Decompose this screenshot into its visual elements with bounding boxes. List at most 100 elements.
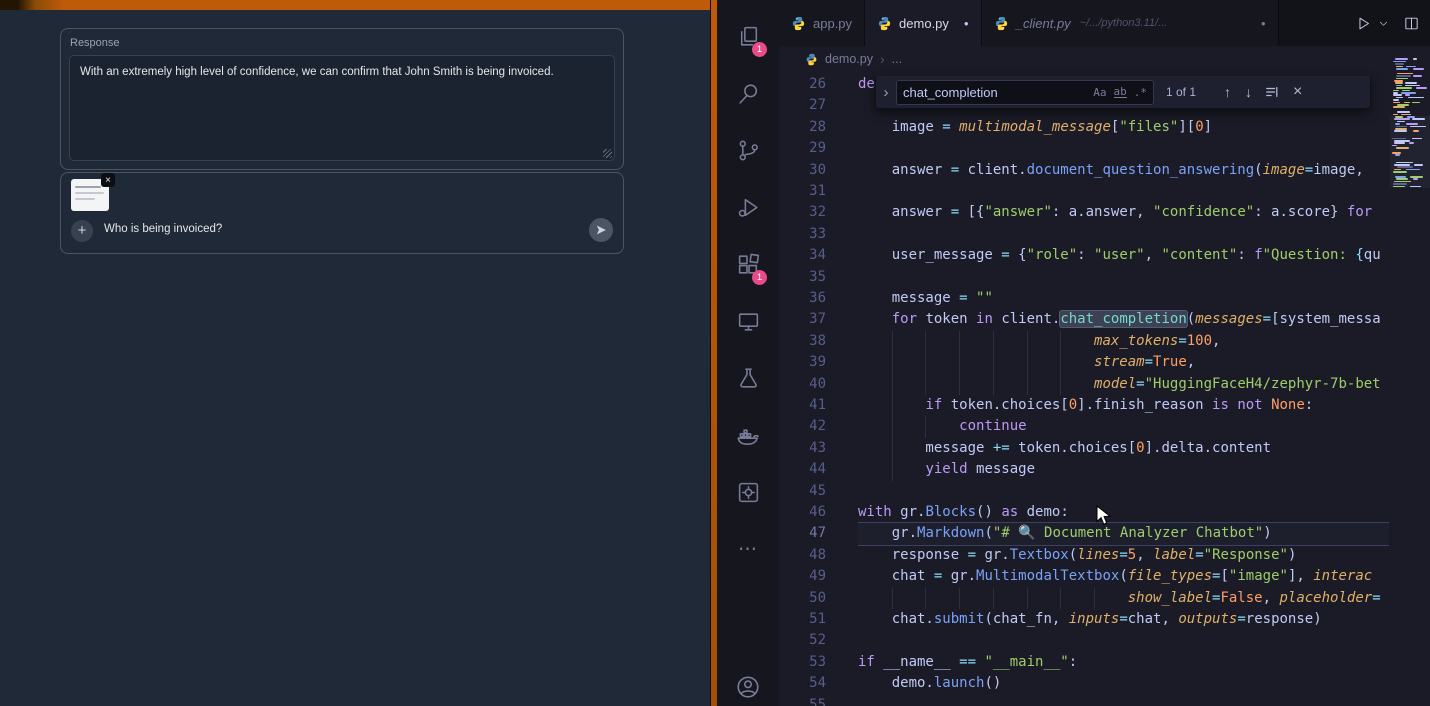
- line-number[interactable]: 52: [779, 630, 826, 651]
- find-input[interactable]: [899, 85, 1086, 100]
- code-line[interactable]: [858, 181, 1389, 202]
- line-number[interactable]: 41: [779, 395, 826, 416]
- activity-extensions[interactable]: 1: [717, 236, 779, 293]
- activity-account[interactable]: [717, 658, 779, 706]
- activity-source-control[interactable]: [717, 122, 779, 179]
- line-number[interactable]: 42: [779, 416, 826, 437]
- code-line[interactable]: [858, 267, 1389, 288]
- breadcrumb[interactable]: demo.py › ...: [779, 46, 1389, 72]
- code-line[interactable]: for token in client.chat_completion(mess…: [858, 309, 1389, 330]
- add-file-button[interactable]: +: [71, 220, 93, 242]
- code-line[interactable]: [858, 695, 1389, 706]
- activity-docker[interactable]: [717, 407, 779, 464]
- line-number[interactable]: 51: [779, 609, 826, 630]
- line-number[interactable]: 27: [779, 95, 826, 116]
- code-line[interactable]: stream=True,: [858, 352, 1389, 373]
- code-line[interactable]: yield message: [858, 459, 1389, 480]
- line-number[interactable]: 53: [779, 652, 826, 673]
- line-number[interactable]: 39: [779, 352, 826, 373]
- activity-more[interactable]: ⋯: [717, 521, 779, 578]
- activity-settings-tool[interactable]: [717, 464, 779, 521]
- line-number[interactable]: 32: [779, 202, 826, 223]
- toggle-replace-icon[interactable]: ›: [876, 84, 896, 101]
- vscode-window: 1 1: [717, 0, 1430, 706]
- code-line[interactable]: chat.submit(chat_fn, inputs=chat, output…: [858, 609, 1389, 630]
- code-line[interactable]: [858, 224, 1389, 245]
- line-number[interactable]: 31: [779, 181, 826, 202]
- docker-icon: [735, 423, 761, 449]
- line-number[interactable]: 37: [779, 309, 826, 330]
- activity-run-debug[interactable]: [717, 179, 779, 236]
- line-number[interactable]: 54: [779, 673, 826, 694]
- code-line[interactable]: if __name__ == "__main__":: [858, 652, 1389, 673]
- code-line[interactable]: gr.Markdown("# 🔍 Document Analyzer Chatb…: [858, 523, 1389, 544]
- run-python-file-button[interactable]: [1355, 15, 1372, 32]
- tab-app-py[interactable]: app.py: [779, 0, 865, 46]
- code-line[interactable]: chat = gr.MultimodalTextbox(file_types=[…: [858, 566, 1389, 587]
- activity-explorer[interactable]: 1: [717, 8, 779, 65]
- tab-demo-py[interactable]: demo.py ●: [865, 0, 982, 46]
- code-line[interactable]: user_message = {"role": "user", "content…: [858, 245, 1389, 266]
- line-number[interactable]: 36: [779, 288, 826, 309]
- line-number[interactable]: 49: [779, 566, 826, 587]
- line-number[interactable]: 38: [779, 331, 826, 352]
- breadcrumb-file[interactable]: demo.py: [825, 52, 873, 66]
- code-line[interactable]: continue: [858, 416, 1389, 437]
- code-line[interactable]: max_tokens=100,: [858, 331, 1389, 352]
- response-textarea[interactable]: With an extremely high level of confiden…: [69, 55, 615, 161]
- split-editor-button[interactable]: [1403, 15, 1420, 32]
- activity-remote-explorer[interactable]: [717, 293, 779, 350]
- find-in-selection-toggle[interactable]: [1265, 85, 1279, 99]
- code-line[interactable]: with gr.Blocks() as demo:: [858, 502, 1389, 523]
- code-line[interactable]: response = gr.Textbox(lines=5, label="Re…: [858, 545, 1389, 566]
- code-line[interactable]: message += token.choices[0].delta.conten…: [858, 438, 1389, 459]
- line-number[interactable]: 35: [779, 267, 826, 288]
- whole-word-toggle[interactable]: ab: [1114, 86, 1127, 98]
- line-number[interactable]: 29: [779, 138, 826, 159]
- line-number[interactable]: 33: [779, 224, 826, 245]
- chat-message-input[interactable]: Who is being invoiced?: [104, 223, 222, 235]
- line-number[interactable]: 34: [779, 245, 826, 266]
- line-number[interactable]: 46: [779, 502, 826, 523]
- previous-match-button[interactable]: ↑: [1224, 84, 1231, 100]
- code-line[interactable]: [858, 481, 1389, 502]
- line-number[interactable]: 26: [779, 74, 826, 95]
- code-line[interactable]: [858, 138, 1389, 159]
- chat-input-row: + Who is being invoiced?: [61, 217, 623, 245]
- explorer-badge: 1: [752, 42, 767, 57]
- chat-input-block: × + Who is being invoiced?: [60, 172, 624, 254]
- line-number[interactable]: 47: [779, 523, 826, 544]
- match-case-toggle[interactable]: Aa: [1093, 86, 1106, 99]
- line-number[interactable]: 45: [779, 481, 826, 502]
- code-line[interactable]: [858, 630, 1389, 651]
- minimap[interactable]: [1390, 50, 1430, 706]
- line-number[interactable]: 43: [779, 438, 826, 459]
- code-line[interactable]: show_label=False, placeholder=: [858, 588, 1389, 609]
- breadcrumb-symbol[interactable]: ...: [892, 52, 902, 66]
- code-line[interactable]: if token.choices[0].finish_reason is not…: [858, 395, 1389, 416]
- line-number[interactable]: 48: [779, 545, 826, 566]
- line-number[interactable]: 40: [779, 374, 826, 395]
- code-line[interactable]: answer = [{"answer": a.answer, "confiden…: [858, 202, 1389, 223]
- send-button[interactable]: [589, 218, 613, 242]
- line-number[interactable]: 30: [779, 160, 826, 181]
- line-number[interactable]: 50: [779, 588, 826, 609]
- editor-actions: [1355, 0, 1430, 46]
- tab-client-py[interactable]: _client.py ~/.../python3.11/... ●: [982, 0, 1279, 46]
- activity-search[interactable]: [717, 65, 779, 122]
- code-line[interactable]: message = "": [858, 288, 1389, 309]
- code-line[interactable]: demo.launch(): [858, 673, 1389, 694]
- close-find-button[interactable]: ×: [1293, 83, 1302, 101]
- line-number[interactable]: 28: [779, 117, 826, 138]
- code-line[interactable]: image = multimodal_message["files"][0]: [858, 117, 1389, 138]
- response-block: Response With an extremely high level of…: [60, 28, 624, 170]
- remove-attachment-button[interactable]: ×: [101, 173, 115, 187]
- code-line[interactable]: model="HuggingFaceH4/zephyr-7b-bet: [858, 374, 1389, 395]
- regex-toggle[interactable]: .*: [1134, 86, 1147, 99]
- activity-testing[interactable]: [717, 350, 779, 407]
- line-number[interactable]: 44: [779, 459, 826, 480]
- code-line[interactable]: answer = client.document_question_answer…: [858, 160, 1389, 181]
- next-match-button[interactable]: ↓: [1245, 84, 1252, 100]
- line-number[interactable]: 55: [779, 695, 826, 706]
- run-dropdown-icon[interactable]: [1378, 18, 1389, 29]
